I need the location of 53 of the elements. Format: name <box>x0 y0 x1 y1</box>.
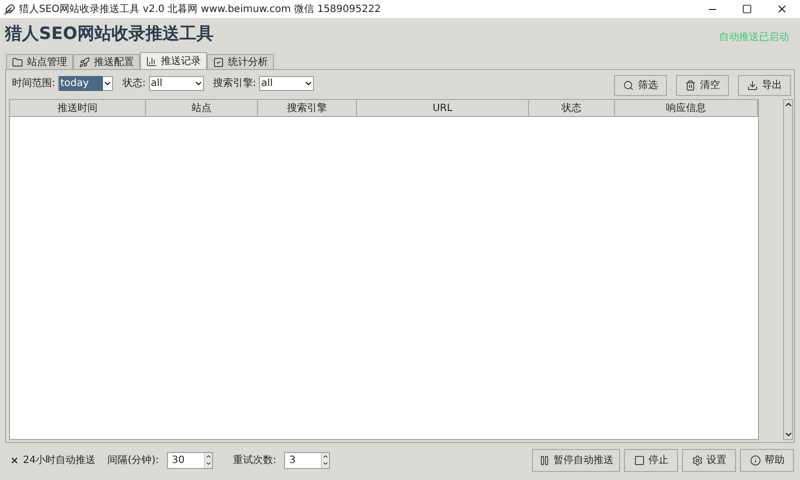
column-header[interactable]: 搜索引擎 <box>258 100 357 117</box>
footer-button[interactable]: 暂停自动推送 <box>532 448 620 472</box>
maximize-icon[interactable] <box>742 4 752 14</box>
app-heading: 猎人SEO网站收录推送工具 <box>5 23 214 46</box>
footer-button[interactable]: 帮助 <box>740 448 794 472</box>
toolbar-button[interactable]: 筛选 <box>614 74 667 96</box>
window-title: 猎人SEO网站收录推送工具 v2.0 北暮网 www.beimuw.com 微信 1589095222 <box>19 2 382 16</box>
filter-label: 时间范围: <box>12 76 56 90</box>
column-header[interactable]: 响应信息 <box>615 100 758 117</box>
column-header[interactable]: 推送时间 <box>10 100 146 117</box>
pause-icon <box>538 454 550 466</box>
filter-label: 搜索引擎: <box>212 76 256 90</box>
tab[interactable]: 站点管理 <box>6 54 73 69</box>
field-label: 间隔(分钟): <box>108 454 159 468</box>
column-header[interactable]: 站点 <box>146 100 258 117</box>
footer-button[interactable]: 设置 <box>682 448 736 472</box>
vertical-scrollbar[interactable] <box>783 99 793 440</box>
app-icon <box>4 4 15 14</box>
search-icon <box>623 80 634 90</box>
trash-icon <box>685 80 696 90</box>
spin-up-icon[interactable] <box>204 452 212 460</box>
spin-down-icon[interactable] <box>204 460 212 466</box>
toolbar-button[interactable]: 导出 <box>738 74 791 96</box>
dropdown[interactable]: today <box>58 76 114 90</box>
field-label: 重试次数: <box>232 454 276 468</box>
tab[interactable]: 推送配置 <box>73 54 140 69</box>
column-header[interactable]: 状态 <box>529 100 615 117</box>
close-icon[interactable] <box>776 3 788 15</box>
checkbox-label: 24小时自动推送 <box>23 454 96 468</box>
settings-icon <box>692 454 702 466</box>
rocket-icon <box>79 56 90 68</box>
footer-button[interactable]: 停止 <box>624 448 678 472</box>
dropdown[interactable]: all <box>259 76 314 90</box>
info-icon <box>750 454 760 466</box>
download-icon <box>747 80 758 90</box>
spin-field[interactable]: 30 <box>166 452 213 468</box>
dropdown[interactable]: all <box>148 76 204 90</box>
status-text: 自动推送已启动 <box>719 30 789 45</box>
checkbox[interactable] <box>10 456 19 464</box>
column-header[interactable]: URL <box>357 100 529 117</box>
scroll-down-icon[interactable] <box>784 430 793 439</box>
scroll-up-icon[interactable] <box>784 100 793 109</box>
spin-up-icon[interactable] <box>322 452 330 460</box>
stop-icon <box>634 454 644 466</box>
filter-label: 状态: <box>122 76 146 90</box>
toolbar-button[interactable]: 清空 <box>676 74 729 96</box>
spin-down-icon[interactable] <box>322 460 330 466</box>
tab[interactable]: 推送记录 <box>140 52 207 69</box>
tab[interactable]: 统计分析 <box>207 54 274 69</box>
folder-icon <box>12 56 23 68</box>
checkbox-icon <box>213 56 224 68</box>
spin-field[interactable]: 3 <box>284 452 330 468</box>
bar-chart-icon <box>146 56 157 66</box>
